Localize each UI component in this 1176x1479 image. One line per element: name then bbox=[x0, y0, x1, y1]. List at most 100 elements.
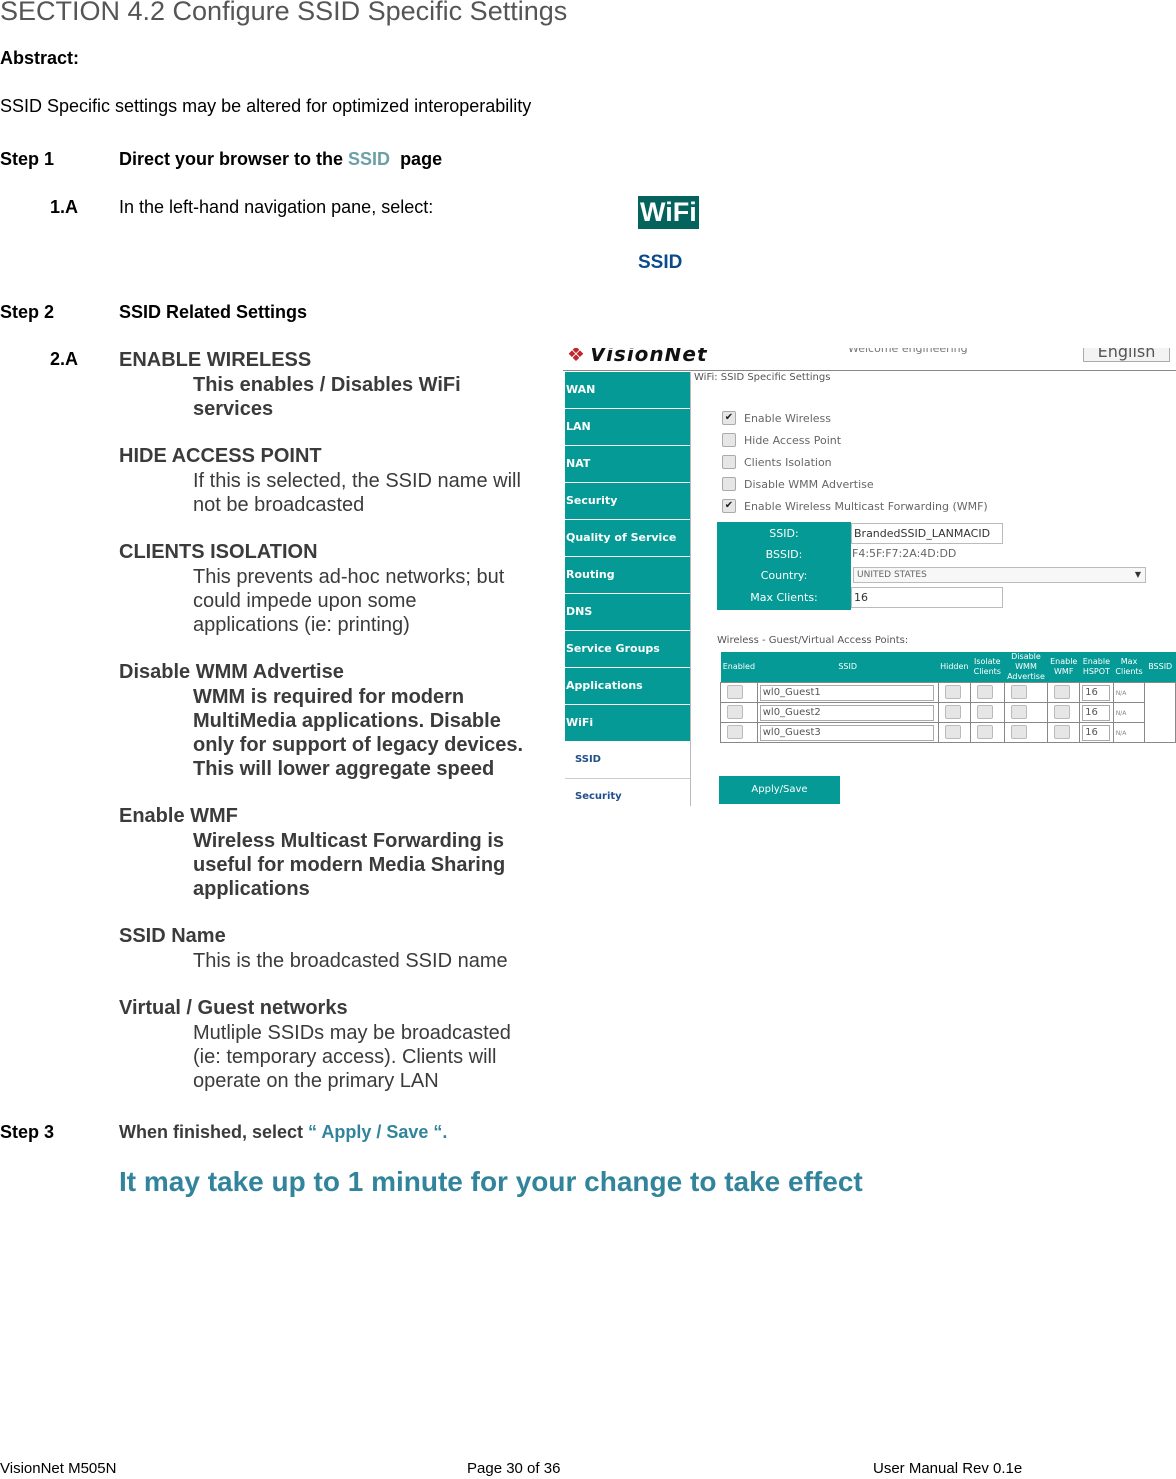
ssid-nav-link: SSID bbox=[638, 252, 683, 273]
step-1-suffix: page bbox=[390, 149, 443, 169]
nav-item-lan[interactable]: LAN bbox=[565, 409, 691, 446]
column-header: BSSID bbox=[1144, 652, 1176, 683]
checkbox[interactable] bbox=[944, 724, 961, 739]
step-1-text: Direct your browser to the SSID page bbox=[119, 149, 442, 170]
nav-item-wifi[interactable]: WiFi bbox=[565, 705, 691, 742]
checkbox[interactable] bbox=[1010, 704, 1027, 719]
setting-description: Wireless Multicast Forwarding is useful f… bbox=[193, 829, 543, 901]
checkbox[interactable] bbox=[976, 724, 993, 739]
nav-item-quality-of-service[interactable]: Quality of Service bbox=[565, 520, 691, 557]
setting-description: This is the broadcasted SSID name bbox=[193, 949, 543, 973]
table-cell: wl0_Guest2 bbox=[756, 702, 939, 723]
step-2a-number: 2.A bbox=[50, 349, 79, 369]
router-page-title: WiFi: SSID Specific Settings bbox=[694, 372, 831, 383]
step-1a-number: 1.A bbox=[50, 197, 79, 217]
step-2-label: Step 2 bbox=[0, 302, 55, 322]
nav-item-security[interactable]: Security bbox=[565, 483, 691, 520]
guest-ssid-input[interactable]: wl0_Guest3 bbox=[759, 724, 934, 741]
checkbox[interactable] bbox=[976, 684, 993, 699]
nav-item-nat[interactable]: NAT bbox=[565, 446, 691, 483]
checkbox[interactable] bbox=[944, 684, 961, 699]
nav-divider bbox=[690, 372, 691, 806]
step-1a-text: In the left-hand navigation pane, select… bbox=[119, 197, 434, 217]
checkbox[interactable] bbox=[976, 704, 993, 719]
footer-right: User Manual Rev 0.1e bbox=[873, 1460, 1023, 1477]
checkbox[interactable] bbox=[722, 477, 736, 491]
bssid-label: BSSID: bbox=[765, 548, 803, 561]
table-cell bbox=[1047, 722, 1081, 743]
option-label: Disable WMM Advertise bbox=[744, 478, 874, 491]
description-line: only for support of legacy devices. bbox=[193, 734, 524, 756]
wifi-nav-badge: WiFi bbox=[638, 196, 699, 229]
step-2: Step 2 SSID Related Settings bbox=[0, 302, 500, 324]
table-cell bbox=[937, 682, 971, 703]
checkbox-checked[interactable]: ✔ bbox=[722, 499, 736, 513]
description-line: not be broadcasted bbox=[193, 494, 365, 516]
nav-item-applications[interactable]: Applications bbox=[565, 668, 691, 705]
nav-subitem-security[interactable]: Security bbox=[565, 779, 691, 806]
max-clients-input[interactable]: 16 bbox=[851, 587, 1003, 608]
checkbox[interactable] bbox=[1054, 724, 1071, 739]
checkbox[interactable] bbox=[944, 704, 961, 719]
guest-max-clients-input[interactable]: 16 bbox=[1082, 684, 1111, 701]
table-cell bbox=[937, 722, 971, 743]
option-row: ✔ Enable Wireless bbox=[722, 411, 831, 429]
table-cell: 16 bbox=[1079, 702, 1114, 723]
footer-left: VisionNet M505N bbox=[0, 1460, 117, 1477]
abstract-text: SSID Specific settings may be altered fo… bbox=[0, 96, 532, 116]
table-cell bbox=[720, 722, 758, 743]
checkbox[interactable] bbox=[722, 433, 736, 447]
checkbox-checked[interactable]: ✔ bbox=[722, 411, 736, 425]
setting-description: Mutliple SSIDs may be broadcasted (ie: te… bbox=[193, 1021, 543, 1093]
table-cell bbox=[1003, 702, 1049, 723]
checkbox[interactable] bbox=[1010, 684, 1027, 699]
table-cell bbox=[937, 702, 971, 723]
guest-row: wl0_Guest3 16 N/A bbox=[720, 722, 1176, 743]
setting-heading: ENABLE WIRELESS bbox=[119, 349, 312, 371]
option-label: Hide Access Point bbox=[744, 434, 842, 447]
table-cell bbox=[1047, 702, 1081, 723]
language-select[interactable]: English bbox=[1083, 348, 1170, 362]
checkbox[interactable] bbox=[727, 704, 743, 719]
column-header: Enable HSPOT bbox=[1079, 652, 1114, 683]
ssid-label: SSID: bbox=[769, 527, 799, 540]
guest-row: wl0_Guest1 16 N/A bbox=[720, 682, 1176, 743]
description-line: operate on the primary LAN bbox=[193, 1070, 439, 1092]
step-3-text: When finished, select “ Apply / Save “. bbox=[119, 1122, 447, 1143]
guest-ssid-input[interactable]: wl0_Guest1 bbox=[759, 684, 934, 701]
table-cell bbox=[1003, 722, 1049, 743]
column-header: Enabled bbox=[720, 652, 758, 683]
guest-max-clients-input[interactable]: 16 bbox=[1082, 724, 1111, 741]
description-line: This is the broadcasted SSID name bbox=[193, 950, 508, 972]
guest-max-clients-input[interactable]: 16 bbox=[1082, 704, 1111, 721]
checkbox[interactable] bbox=[1054, 684, 1071, 699]
nav-item-dns[interactable]: DNS bbox=[565, 594, 691, 631]
nav-item-routing[interactable]: Routing bbox=[565, 557, 691, 594]
checkbox[interactable] bbox=[1054, 704, 1071, 719]
table-cell: N/A bbox=[1112, 702, 1146, 723]
description-line: This prevents ad-hoc networks; but bbox=[193, 566, 505, 588]
router-header: ❖ VisionNet Welcome engineering English bbox=[563, 348, 1176, 371]
nav-subitem-ssid[interactable]: SSID bbox=[565, 742, 691, 779]
checkbox[interactable] bbox=[727, 684, 743, 699]
bssid-value: F4:5F:F7:2A:4D:DD bbox=[852, 547, 957, 560]
description-line: could impede upon some bbox=[193, 590, 417, 612]
nav-item-service-groups[interactable]: Service Groups bbox=[565, 631, 691, 668]
logo-text: VisionNet bbox=[589, 348, 708, 366]
apply-save-button[interactable]: Apply/Save bbox=[719, 776, 840, 804]
description-line: If this is selected, the SSID name will bbox=[193, 470, 521, 492]
nav-item-wan[interactable]: WAN bbox=[565, 372, 691, 409]
guest-ssid-input[interactable]: wl0_Guest2 bbox=[759, 704, 934, 721]
checkbox[interactable] bbox=[727, 724, 743, 739]
step-2-text: SSID Related Settings bbox=[119, 302, 308, 322]
step-3-prefix: When finished, select bbox=[119, 1122, 309, 1142]
checkbox[interactable] bbox=[722, 455, 736, 469]
table-cell bbox=[720, 682, 758, 703]
country-select[interactable]: UNITED STATES ▼ bbox=[853, 567, 1146, 583]
ssid-input[interactable]: BrandedSSID_LANMACID bbox=[851, 523, 1003, 544]
dropdown-arrow-icon: ▼ bbox=[1134, 570, 1141, 579]
checkbox[interactable] bbox=[1010, 724, 1027, 739]
column-header: Hidden bbox=[938, 652, 971, 683]
table-cell: 16 bbox=[1079, 682, 1114, 703]
setting-heading: Enable WMF bbox=[119, 805, 238, 827]
